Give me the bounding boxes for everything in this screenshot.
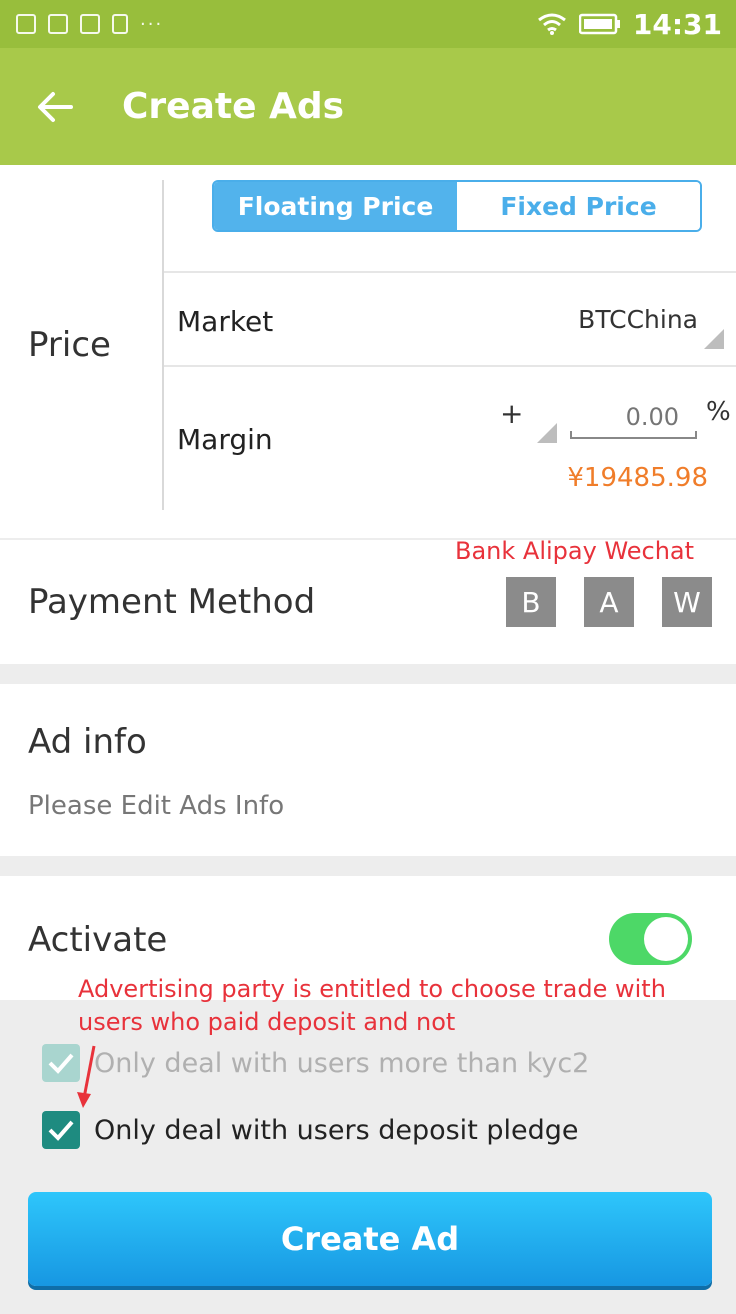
dropdown-corner-icon <box>704 329 724 349</box>
back-button[interactable] <box>0 48 110 165</box>
input-edge <box>570 431 572 439</box>
kyc2-checkbox[interactable] <box>42 1044 80 1082</box>
payment-method-label: Payment Method <box>28 582 316 622</box>
margin-input[interactable] <box>570 397 697 439</box>
margin-unit: % <box>706 397 731 427</box>
battery-icon <box>578 13 621 35</box>
payment-wechat-button[interactable]: W <box>662 577 712 627</box>
market-select[interactable]: BTCChina <box>578 305 698 334</box>
option-deposit-pledge[interactable]: Only deal with users deposit pledge <box>42 1111 579 1149</box>
notification-icons: ··· <box>16 14 163 35</box>
toggle-knob <box>644 917 688 961</box>
payment-annotation: Bank Alipay Wechat <box>455 537 695 565</box>
option-kyc2[interactable]: Only deal with users more than kyc2 <box>42 1044 589 1082</box>
clock: 14:31 <box>632 7 722 41</box>
image-icon <box>16 14 36 34</box>
screen: ··· 14:31 Create Ads Price Floating Pric… <box>0 0 736 1314</box>
ad-info-title: Ad info <box>28 722 147 762</box>
tab-floating-price[interactable]: Floating Price <box>214 182 457 230</box>
ad-info-section: Ad info <box>0 684 736 856</box>
system-icons: 14:31 <box>537 8 722 41</box>
activate-label: Activate <box>28 920 168 960</box>
deposit-pledge-label: Only deal with users deposit pledge <box>94 1114 579 1146</box>
app-icon <box>48 14 68 34</box>
margin-label: Margin <box>177 423 273 456</box>
page-title: Create Ads <box>122 86 345 127</box>
ad-info-field[interactable] <box>28 786 708 826</box>
wifi-icon <box>537 12 567 36</box>
dropdown-corner-icon <box>537 423 557 443</box>
price-type-toggle: Floating Price Fixed Price <box>212 180 702 232</box>
margin-sign-select[interactable]: + <box>500 397 523 430</box>
tab-fixed-price[interactable]: Fixed Price <box>457 182 700 230</box>
market-label: Market <box>177 305 274 338</box>
payment-bank-button[interactable]: B <box>506 577 556 627</box>
checkmark-icon <box>48 1053 74 1074</box>
deposit-annotation: Advertising party is entitled to choose … <box>78 973 666 1039</box>
deposit-annotation-line: users who paid deposit and not <box>78 1008 456 1036</box>
gallery-icon <box>80 14 100 34</box>
sim-icon <box>112 14 128 34</box>
activate-toggle[interactable] <box>609 913 692 965</box>
deposit-pledge-checkbox[interactable] <box>42 1111 80 1149</box>
arrow-left-icon <box>38 91 73 122</box>
price-label: Price <box>28 325 111 365</box>
calculated-price: ¥19485.98 <box>567 463 708 493</box>
input-edge <box>695 431 697 439</box>
deposit-annotation-line: Advertising party is entitled to choose … <box>78 975 666 1003</box>
price-section: Price Floating Price Fixed Price Market … <box>0 165 736 538</box>
payment-alipay-button[interactable]: A <box>584 577 634 627</box>
price-divider <box>162 180 164 510</box>
status-bar: ··· 14:31 <box>0 0 736 48</box>
app-bar: Create Ads <box>0 48 736 165</box>
divider <box>164 365 736 367</box>
kyc2-label: Only deal with users more than kyc2 <box>94 1047 590 1079</box>
create-ad-button[interactable]: Create Ad <box>28 1192 712 1286</box>
checkmark-icon <box>48 1120 74 1141</box>
divider <box>164 271 736 273</box>
more-indicator: ··· <box>140 13 164 35</box>
